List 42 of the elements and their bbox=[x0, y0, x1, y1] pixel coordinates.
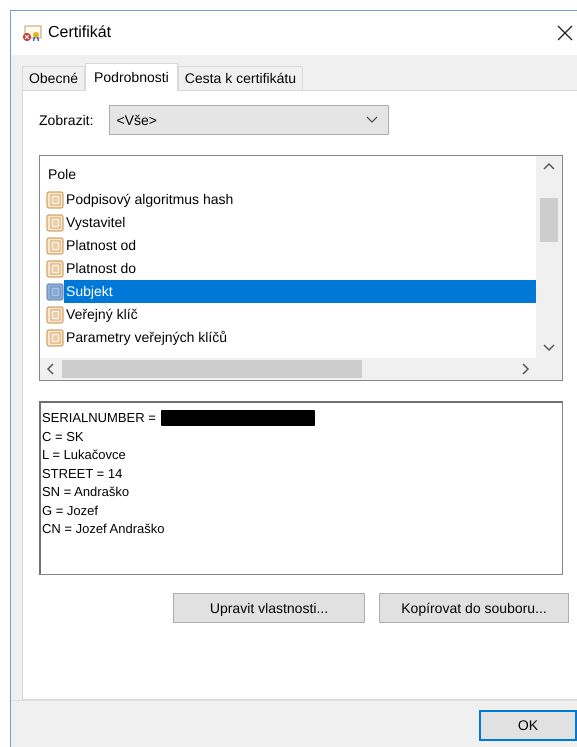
tab[interactable]: Podrobnosti bbox=[85, 63, 178, 91]
field-row[interactable]: Veřejný klíč bbox=[46, 303, 536, 326]
field-icon bbox=[46, 282, 64, 300]
action-button[interactable]: Upravit vlastnosti... bbox=[173, 593, 365, 623]
detail-line: C = SK bbox=[42, 428, 84, 446]
show-dropdown[interactable]: <Vše> bbox=[109, 105, 390, 135]
field-icon bbox=[46, 214, 64, 232]
scroll-left-icon[interactable] bbox=[46, 363, 54, 375]
scroll-down-icon[interactable] bbox=[543, 344, 555, 352]
field-row[interactable]: Podpisový algoritmus hash bbox=[46, 188, 536, 211]
detail-line: G = Jozef bbox=[42, 502, 98, 520]
detail-line: SERIALNUMBER = bbox=[42, 409, 156, 428]
tab[interactable]: Cesta k certifikátu bbox=[178, 66, 304, 90]
show-label: Zobrazit: bbox=[39, 110, 94, 130]
field-icon bbox=[46, 190, 64, 208]
field-row[interactable]: Platnost od bbox=[46, 234, 536, 257]
horizontal-scrollbar[interactable] bbox=[40, 358, 562, 380]
tab[interactable]: Obecné bbox=[22, 66, 86, 90]
scroll-right-icon[interactable] bbox=[522, 363, 530, 375]
column-header: Pole bbox=[47, 165, 78, 184]
field-icon bbox=[46, 236, 64, 254]
scroll-thumb[interactable] bbox=[62, 360, 362, 378]
field-icon bbox=[46, 260, 64, 278]
window-title: Certifikát bbox=[48, 23, 112, 43]
chevron-down-icon bbox=[366, 116, 378, 124]
vertical-scrollbar[interactable] bbox=[536, 156, 562, 358]
detail-line: L = Lukačovce bbox=[42, 446, 126, 464]
detail-line: SN = Andraško bbox=[42, 483, 130, 502]
field-row[interactable]: Vystavitel bbox=[46, 211, 536, 234]
ok-button[interactable]: OK bbox=[479, 710, 577, 741]
field-icon bbox=[46, 306, 64, 324]
detail-line: CN = Jozef Andraško bbox=[42, 520, 164, 538]
close-icon[interactable] bbox=[557, 25, 573, 41]
certificate-icon bbox=[22, 24, 42, 42]
field-row[interactable]: Platnost do bbox=[46, 257, 536, 280]
detail-line: STREET = 14 bbox=[42, 464, 122, 483]
details-box[interactable]: SERIALNUMBER = C = SK L = Lukačovce STREET = 14 SN = Andraško G = Jozef CN = Jozef Andraško bbox=[39, 401, 563, 575]
scroll-thumb[interactable] bbox=[540, 198, 558, 242]
scroll-up-icon[interactable] bbox=[543, 162, 555, 170]
field-row[interactable]: Parametry veřejných klíčů bbox=[46, 326, 536, 349]
action-button[interactable]: Kopírovat do souboru... bbox=[379, 593, 569, 623]
field-icon bbox=[46, 328, 64, 346]
